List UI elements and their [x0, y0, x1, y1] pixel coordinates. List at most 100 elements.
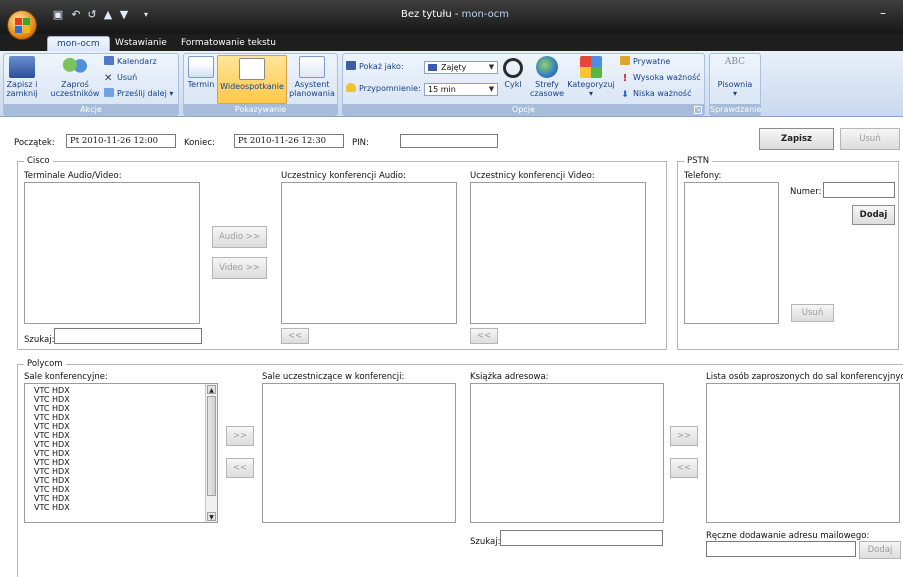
scroll-up-icon[interactable]: ▲	[207, 385, 216, 394]
wideospotkanie-button[interactable]: Wideospotkanie	[217, 55, 287, 104]
save-icon[interactable]: ▣	[52, 9, 64, 21]
forward-icon	[104, 88, 114, 97]
show-as-value: Zajęty	[441, 63, 467, 72]
list-item[interactable]: VTC HDX	[25, 413, 217, 422]
asystent-label-2: planowania	[289, 89, 335, 98]
list-item[interactable]: VTC HDX	[25, 503, 217, 512]
rooms-list[interactable]: VTC HDX VTC HDX VTC HDX VTC HDX VTC HDX VTC H…	[24, 383, 218, 523]
list-item[interactable]: VTC HDX	[25, 485, 217, 494]
cykl-button[interactable]: Cykl	[502, 58, 524, 89]
remove-room-button[interactable]: <<	[226, 458, 254, 478]
list-item[interactable]: VTC HDX	[25, 476, 217, 485]
list-item[interactable]: VTC HDX	[25, 458, 217, 467]
cisco-search-input[interactable]	[54, 328, 202, 344]
video-participants-label: Uczestnicy konferencji Video:	[470, 171, 595, 181]
up-arrow-icon[interactable]: ▲	[102, 9, 114, 21]
blank-page-icon	[239, 58, 265, 80]
scroll-thumb[interactable]	[207, 396, 216, 496]
rooms-scrollbar[interactable]: ▲ ▼	[205, 384, 217, 522]
group-pokazywanie-label: Pokazywanie	[184, 104, 337, 115]
spelling-button[interactable]: ABC Pisownia ▾	[711, 56, 759, 98]
terminals-list[interactable]	[24, 182, 200, 324]
list-item[interactable]: VTC HDX	[25, 494, 217, 503]
tab-mon-ocm[interactable]: mon-ocm	[47, 36, 110, 51]
invite-label-2: uczestników	[50, 89, 100, 98]
scroll-down-icon[interactable]: ▼	[207, 512, 216, 521]
add-person-button[interactable]: >>	[670, 426, 698, 446]
bell-icon	[346, 83, 356, 92]
undo-icon[interactable]: ↶	[70, 9, 82, 21]
start-label: Początek:	[14, 138, 55, 148]
list-item[interactable]: VTC HDX	[25, 395, 217, 404]
tab-formatowanie[interactable]: Formatowanie tekstu	[172, 36, 285, 51]
audio-participants-list[interactable]	[281, 182, 457, 324]
asystent-button[interactable]: Asystent planowania	[288, 56, 336, 98]
phones-list[interactable]	[684, 182, 779, 324]
down-arrow-icon[interactable]: ▼	[118, 9, 130, 21]
office-button[interactable]	[7, 10, 37, 40]
list-item[interactable]: VTC HDX	[25, 467, 217, 476]
remove-video-button[interactable]: <<	[470, 328, 498, 344]
remove-audio-button[interactable]: <<	[281, 328, 309, 344]
number-input[interactable]	[823, 182, 895, 198]
minimize-button[interactable]: –	[880, 6, 886, 20]
high-importance-button[interactable]: ! Wysoka ważność	[620, 72, 701, 84]
list-item[interactable]: VTC HDX	[25, 422, 217, 431]
categorize-button[interactable]: Kategoryzuj ▾	[566, 56, 616, 98]
manual-email-label: Ręczne dodawanie adresu mailowego:	[706, 531, 870, 541]
tab-wstawianie[interactable]: Wstawianie	[106, 36, 176, 51]
remove-person-button[interactable]: <<	[670, 458, 698, 478]
addressbook-search-label: Szukaj:	[470, 537, 501, 547]
save-close-label-1: Zapisz i	[6, 80, 38, 89]
video-participants-list[interactable]	[470, 182, 646, 324]
add-room-button[interactable]: >>	[226, 426, 254, 446]
list-item[interactable]: VTC HDX	[25, 404, 217, 413]
delete-form-button[interactable]: Usuń	[840, 128, 900, 150]
pin-field[interactable]	[400, 134, 498, 148]
save-close-button[interactable]: Zapisz i zamknij	[5, 56, 39, 98]
video-add-button[interactable]: Video >>	[212, 257, 267, 279]
private-button[interactable]: Prywatne	[620, 56, 670, 68]
addressbook-list[interactable]	[470, 383, 664, 523]
redo-icon[interactable]: ↺	[86, 9, 98, 21]
forward-button[interactable]: Prześlij dalej ▾	[104, 88, 173, 100]
reminder-select[interactable]: 15 min ▼	[424, 83, 498, 96]
spelling-dropdown-icon: ▾	[732, 89, 737, 98]
list-item[interactable]: VTC HDX	[25, 431, 217, 440]
dialog-launcher-icon[interactable]: ↘	[694, 106, 702, 114]
show-as-label: Pokaż jako:	[359, 62, 404, 71]
show-as-label-row: Pokaż jako:	[346, 61, 404, 73]
reminder-label-row: Przypomnienie:	[346, 83, 421, 95]
end-field[interactable]: Pt 2010-11-26 12:30	[234, 134, 344, 148]
list-item[interactable]: VTC HDX	[25, 386, 217, 395]
start-field[interactable]: Pt 2010-11-26 12:00	[66, 134, 176, 148]
polycom-legend: Polycom	[24, 359, 66, 369]
invite-button[interactable]: Zaproś uczestników	[50, 56, 100, 98]
addressbook-search-input[interactable]	[500, 530, 663, 546]
invited-list[interactable]	[706, 383, 900, 523]
list-item[interactable]: VTC HDX	[25, 440, 217, 449]
list-item[interactable]: VTC HDX	[25, 449, 217, 458]
dropdown-icon[interactable]: ▾	[140, 9, 152, 21]
calendar-button[interactable]: Kalendarz	[104, 56, 157, 68]
pstn-add-button[interactable]: Dodaj	[852, 205, 895, 225]
audio-add-button[interactable]: Audio >>	[212, 226, 267, 248]
save-button[interactable]: Zapisz	[759, 128, 834, 150]
manual-add-button[interactable]: Dodaj	[859, 541, 901, 559]
pstn-delete-button[interactable]: Usuń	[791, 304, 834, 322]
termin-button[interactable]: Termin	[186, 56, 216, 89]
delete-button[interactable]: ✕ Usuń	[104, 72, 137, 84]
pstn-legend: PSTN	[684, 156, 713, 166]
show-as-select[interactable]: Zajęty ▼	[424, 61, 498, 74]
time-zones-button[interactable]: Strefy czasowe	[530, 56, 564, 98]
manual-email-input[interactable]	[706, 541, 856, 557]
low-importance-button[interactable]: ⬇ Niska ważność	[620, 88, 691, 100]
asystent-label-1: Asystent	[294, 80, 330, 89]
participating-label: Sale uczestniczące w konferencji:	[262, 372, 405, 382]
down-arrow-blue-icon: ⬇	[621, 90, 629, 100]
participating-list[interactable]	[262, 383, 456, 523]
planner-icon	[299, 56, 325, 78]
cykl-label: Cykl	[504, 80, 522, 89]
window-title-text: Bez tytułu -	[400, 9, 462, 20]
categorize-label: Kategoryzuj	[567, 80, 615, 89]
